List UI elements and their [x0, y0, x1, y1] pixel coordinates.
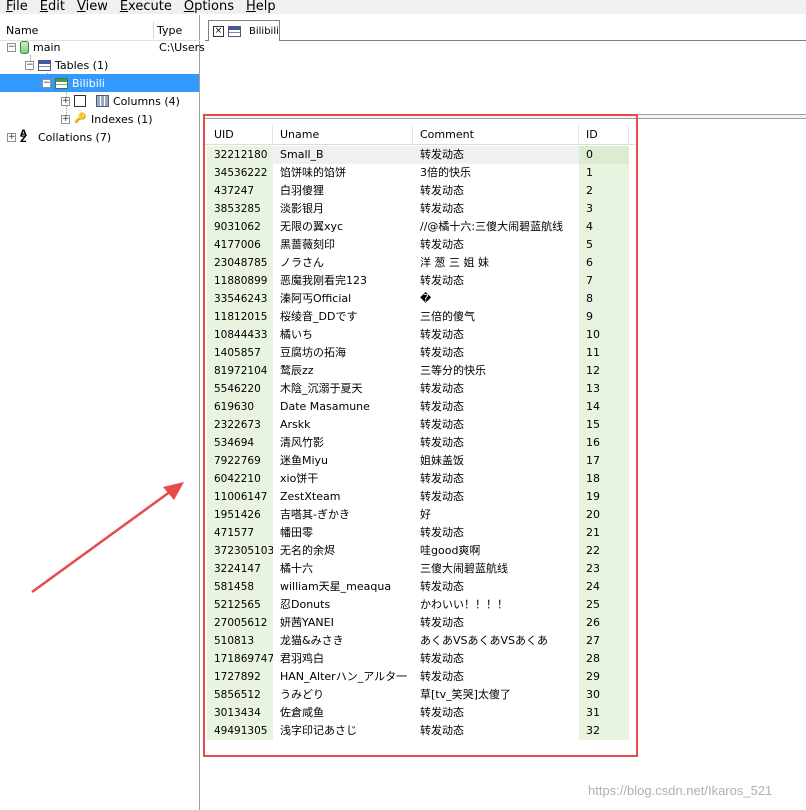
watermark: https://blog.csdn.net/Ikaros_521	[588, 783, 773, 798]
annotation-arrow	[31, 482, 184, 594]
arrow-head	[163, 482, 184, 500]
arrow-shaft	[31, 484, 179, 594]
